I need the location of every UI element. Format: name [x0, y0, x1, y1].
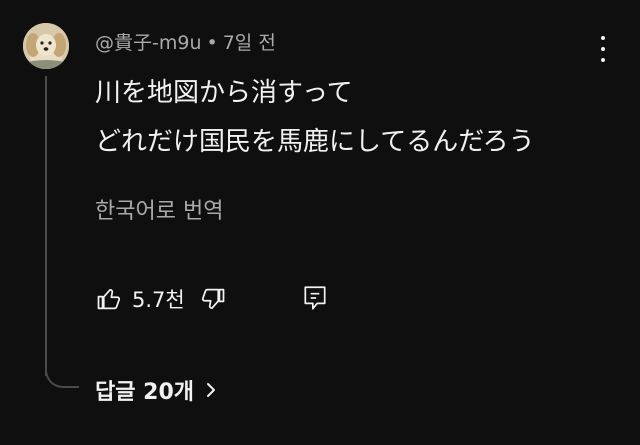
more-vert-dot	[601, 47, 605, 51]
comment-header: @貴子-m9u • 7일 전	[95, 28, 276, 55]
reply-button[interactable]	[302, 284, 328, 316]
view-replies-button[interactable]: 답글 20개	[95, 374, 218, 406]
translate-button[interactable]: 한국어로 번역	[95, 193, 223, 225]
thumb-down-icon	[201, 288, 225, 309]
more-actions-button[interactable]	[591, 34, 615, 64]
like-count: 5.7천	[132, 288, 185, 312]
reply-comment-icon	[304, 286, 326, 310]
replies-label: 답글 20개	[95, 380, 194, 405]
comment-text-line: どれだけ国民を馬鹿にしてるんだろう	[95, 127, 535, 157]
avatar[interactable]	[23, 23, 69, 69]
separator-dot: •	[206, 32, 218, 54]
more-vert-dot	[601, 58, 605, 62]
comment-thread: @貴子-m9u • 7일 전 川を地図から消すって どれだけ国民を馬鹿にしてるんだろ…	[0, 0, 640, 445]
comment-actions: 5.7천	[95, 282, 227, 316]
thumb-up-icon	[97, 289, 121, 310]
timestamp[interactable]: 7일 전	[223, 32, 276, 54]
author-name[interactable]: @貴子-m9u	[95, 32, 202, 54]
thread-connector	[45, 362, 79, 388]
like-button[interactable]: 5.7천	[95, 284, 185, 314]
chevron-right-icon	[207, 383, 215, 397]
dislike-button[interactable]	[199, 285, 227, 313]
comment-text-line: 川を地図から消すって	[95, 78, 353, 108]
more-vert-icon	[601, 36, 605, 40]
thread-line	[45, 76, 47, 376]
dog-avatar-icon	[23, 23, 69, 69]
